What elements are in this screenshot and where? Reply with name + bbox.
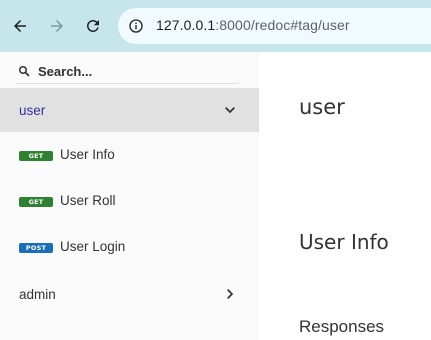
operation-title: User Info (299, 230, 389, 254)
operation-label: User Info (60, 147, 115, 162)
operation-label: User Roll (60, 193, 116, 208)
reload-icon (86, 19, 99, 32)
tag-title: user (299, 95, 345, 119)
sidebar-item-label: admin (19, 286, 56, 302)
responses-heading: Responses (299, 317, 385, 336)
method-badge: GET (19, 197, 53, 207)
operation-item[interactable]: POST User Login (0, 226, 259, 270)
sidebar-item-admin[interactable]: admin (0, 272, 259, 316)
sidebar-item-label: user (19, 102, 46, 118)
sidebar-item-user[interactable]: user (0, 88, 259, 132)
operation-label: User Login (60, 239, 126, 254)
forward-button[interactable] (42, 11, 72, 41)
reload-button[interactable] (78, 11, 108, 41)
address-bar[interactable]: 127.0.0.1:8000/redoc#tag/user (118, 8, 431, 44)
url-host: 127.0.0.1 (156, 17, 216, 33)
main-content: user User Info Responses (259, 52, 431, 340)
info-icon (129, 19, 143, 33)
operation-item[interactable]: GET User Roll (0, 180, 259, 224)
operation-item[interactable]: GET User Info (0, 134, 259, 178)
search-box (16, 60, 239, 84)
browser-toolbar: 127.0.0.1:8000/redoc#tag/user (0, 0, 431, 52)
arrow-left-icon (14, 20, 26, 32)
chevron-down-icon (225, 107, 235, 114)
search-input[interactable] (38, 61, 238, 81)
url-text[interactable]: 127.0.0.1:8000/redoc#tag/user (156, 17, 350, 33)
sidebar: user GET User Info GET User Roll POST Us… (0, 52, 259, 340)
site-info-button[interactable] (122, 12, 150, 40)
arrow-right-icon (51, 20, 63, 32)
url-path: :8000/redoc#tag/user (215, 17, 350, 33)
method-badge: POST (19, 243, 53, 253)
method-badge: GET (19, 151, 53, 161)
search-icon (19, 66, 30, 77)
back-button[interactable] (5, 11, 35, 41)
chevron-right-icon (227, 289, 234, 299)
